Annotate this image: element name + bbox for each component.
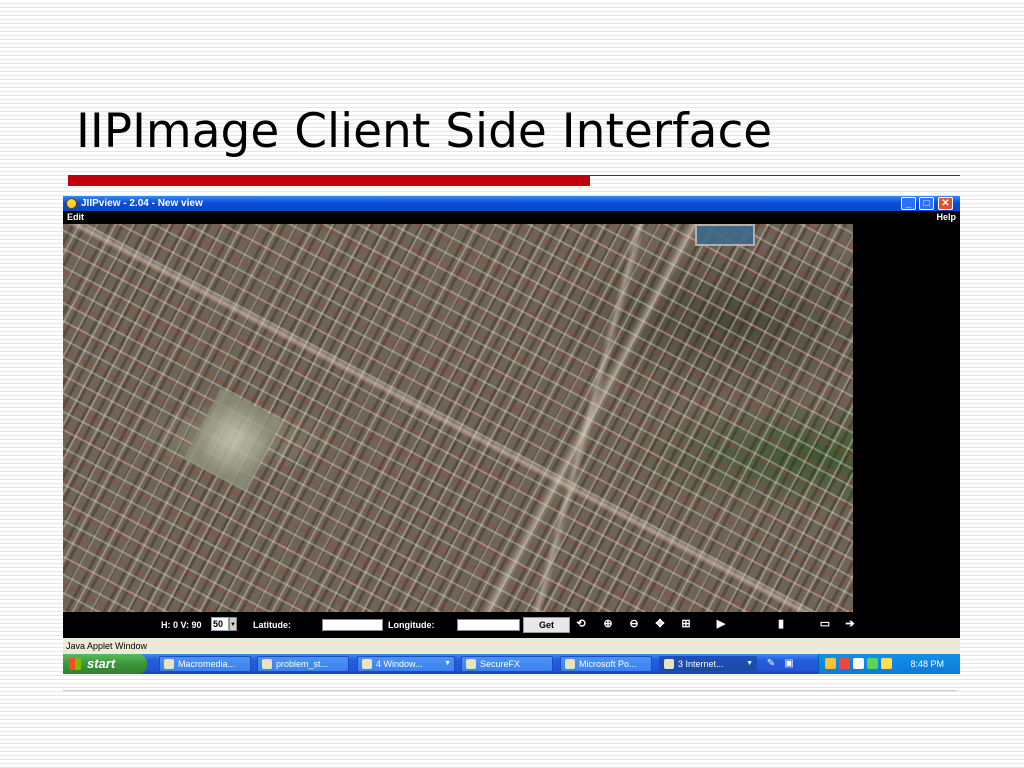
region-icon[interactable]: ▶ [713,617,729,631]
fit-icon[interactable]: ⊞ [678,617,694,631]
slide-title: IIPImage Client Side Interface [76,104,773,159]
maximize-button[interactable]: □ [919,197,934,210]
zoom-in-icon[interactable]: ⊕ [600,617,616,631]
chevron-down-icon: ▼ [746,660,753,667]
taskbar-item-problem[interactable]: problem_st... [257,656,349,672]
menu-edit[interactable]: Edit [67,211,84,224]
powerpoint-icon [565,659,575,669]
title-underline-bar [68,175,590,186]
close-button[interactable]: ✕ [938,197,953,210]
tray-security-icon[interactable] [839,658,850,669]
start-button[interactable]: start [63,654,147,674]
taskbar-item-powerpoint[interactable]: Microsoft Po... [560,656,652,672]
taskbar-item-label: SecureFX [480,659,521,669]
exit-icon[interactable]: ➔ [842,617,858,631]
minimize-button[interactable]: _ [901,197,916,210]
latitude-label: Latitude: [253,620,291,630]
jiipview-window: JIIPview - 2.04 - New view _ □ ✕ Edit He… [63,196,960,674]
window-title: JIIPview - 2.04 - New view [81,198,203,209]
tray-volume-icon[interactable] [853,658,864,669]
clock: 8:48 PM [910,659,944,669]
taskbar-item-securefx[interactable]: SecureFX [461,656,553,672]
taskbar-item-windows[interactable]: 4 Window... ▼ [357,656,455,672]
longitude-label: Longitude: [388,620,435,630]
stadium [695,224,755,246]
internet-explorer-icon [664,659,674,669]
menu-help[interactable]: Help [936,211,956,224]
taskbar-item-label: 4 Window... [376,659,423,669]
image-viewport[interactable] [63,224,960,612]
hv-readout: H: 0 V: 90 [161,620,202,630]
monitor-icon[interactable]: ▣ [783,658,795,670]
folder-icon [362,659,372,669]
taskbar-item-label: Microsoft Po... [579,659,637,669]
pen-icon[interactable]: ✎ [765,658,777,670]
menu-bar: Edit Help [63,211,960,224]
slide-bottom-divider [63,690,957,691]
viewer-toolbar: H: 0 V: 90 50 ▼ Latitude: Longitude: Get… [63,612,960,638]
macromedia-icon [164,659,174,669]
chevron-down-icon: ▼ [444,660,451,667]
start-label: start [87,656,116,671]
system-tray: 8:48 PM [818,654,960,674]
aerial-city-image[interactable] [63,224,853,612]
taskbar-item-label: 3 Internet... [678,659,724,669]
zoom-select[interactable]: 50 [211,617,229,631]
get-button[interactable]: Get [523,617,570,633]
city-park [183,388,283,492]
tray-update-icon[interactable] [867,658,878,669]
tray-messenger-icon[interactable] [881,658,892,669]
pan-icon[interactable]: ✥ [652,617,668,631]
windows-taskbar: start Macromedia... problem_st... 4 Wind… [63,654,960,674]
title-underline-line [590,175,960,176]
securefx-icon [466,659,476,669]
zoom-dropdown-arrow[interactable]: ▼ [229,617,237,631]
window-titlebar[interactable]: JIIPview - 2.04 - New view _ □ ✕ [63,196,960,211]
taskbar-item-label: Macromedia... [178,659,236,669]
refresh-icon[interactable]: ⟲ [573,617,589,631]
taskbar-item-macromedia[interactable]: Macromedia... [159,656,251,672]
zoom-out-icon[interactable]: ⊖ [626,617,642,631]
document-icon [262,659,272,669]
tray-network-icon[interactable] [825,658,836,669]
java-app-icon [66,198,77,209]
taskbar-item-label: problem_st... [276,659,329,669]
latitude-input[interactable] [322,619,383,631]
taskbar-item-internet[interactable]: 3 Internet... ▼ [659,656,757,672]
applet-status-bar: Java Applet Window [63,638,960,654]
longitude-input[interactable] [457,619,520,631]
save-icon[interactable]: ▭ [817,617,833,631]
windows-logo-icon [69,658,81,670]
marker-icon[interactable]: ▮ [773,617,789,631]
